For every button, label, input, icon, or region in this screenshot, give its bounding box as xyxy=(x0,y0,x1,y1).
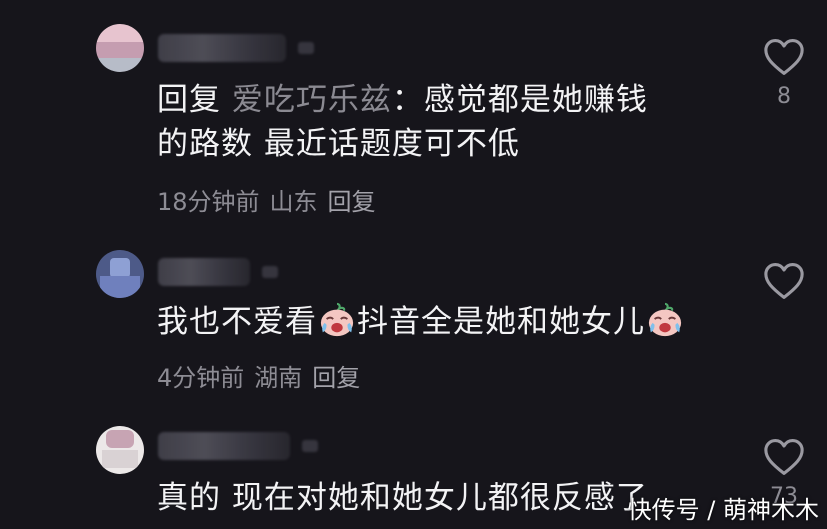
comment-text: 我也不爱看 抖音全是她和她女儿 xyxy=(157,300,685,344)
comment-text-line1: 真的 现在对她和她女儿都很反感了 xyxy=(157,480,648,516)
comment-item: 回复 爱吃巧乐兹：感觉都是她赚钱 的路数 最近话题度可不低 18分钟前 山东 回复 … xyxy=(0,0,827,230)
watermark: 快传号 / 萌神木木 xyxy=(627,496,819,524)
crying-laughing-face-icon xyxy=(648,302,682,337)
avatar[interactable] xyxy=(96,24,144,72)
reply-button[interactable]: 回复 xyxy=(312,364,360,392)
heart-icon xyxy=(764,439,804,475)
like-count: 8 xyxy=(777,84,791,109)
heart-icon xyxy=(764,263,804,299)
avatar[interactable] xyxy=(96,250,144,298)
comment-text-part1: 我也不爱看 xyxy=(157,304,317,340)
crying-laughing-face-icon xyxy=(320,302,354,337)
username-blurred[interactable] xyxy=(158,432,318,460)
like-button[interactable] xyxy=(761,262,807,300)
location: 山东 xyxy=(269,188,318,216)
comment-text-line1: ：感觉都是她赚钱 xyxy=(391,82,648,118)
reply-target-username[interactable]: 爱吃巧乐兹 xyxy=(232,82,392,118)
timestamp: 4分钟前 xyxy=(157,364,245,392)
comment-text-part2: 抖音全是她和她女儿 xyxy=(357,304,645,340)
like-button[interactable]: 8 xyxy=(761,38,807,109)
comment-item: 我也不爱看 抖音全是她和她女儿 4分钟前 湖南 回复 xyxy=(0,230,827,420)
username-blurred[interactable] xyxy=(158,34,314,62)
comment-text: 真的 现在对她和她女儿都很反感了 xyxy=(157,476,648,520)
heart-icon xyxy=(764,39,804,75)
comment-text: 回复 爱吃巧乐兹：感觉都是她赚钱 的路数 最近话题度可不低 xyxy=(157,78,648,166)
username-blurred[interactable] xyxy=(158,258,278,286)
comment-meta: 18分钟前 山东 回复 xyxy=(157,182,386,217)
comment-meta: 4分钟前 湖南 回复 xyxy=(157,358,370,393)
reply-button[interactable]: 回复 xyxy=(328,188,376,216)
location: 湖南 xyxy=(254,364,303,392)
comment-text-line2: 的路数 最近话题度可不低 xyxy=(157,126,520,162)
avatar[interactable] xyxy=(96,426,144,474)
reply-prefix: 回复 xyxy=(157,82,221,118)
timestamp: 18分钟前 xyxy=(157,188,260,216)
